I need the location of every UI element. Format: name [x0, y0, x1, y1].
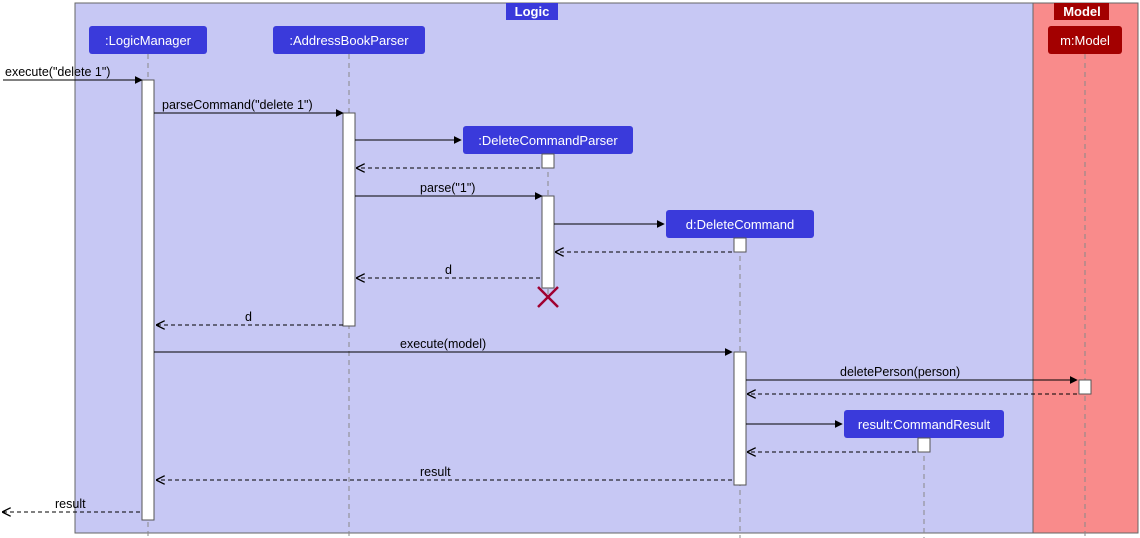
activation-dc-exec: [734, 352, 746, 485]
activation-dcp-parse: [542, 196, 554, 288]
svg-text:d: d: [445, 263, 452, 277]
svg-text:result:CommandResult: result:CommandResult: [858, 417, 991, 432]
activation-dcp-create: [542, 154, 554, 168]
svg-text:result: result: [55, 497, 86, 511]
svg-text:execute(model): execute(model): [400, 337, 486, 351]
svg-text:deletePerson(person): deletePerson(person): [840, 365, 960, 379]
svg-text:execute("delete 1"): execute("delete 1"): [5, 65, 110, 79]
activation-abparser: [343, 113, 355, 326]
svg-text:parse("1"): parse("1"): [420, 181, 475, 195]
frame-logic-title: Logic: [515, 4, 550, 19]
sequence-diagram: Logic Model :LogicManager :AddressBookPa…: [0, 0, 1140, 538]
activation-dc-create: [734, 238, 746, 252]
activation-model: [1079, 380, 1091, 394]
frame-model-title: Model: [1063, 4, 1101, 19]
svg-text:d:DeleteCommand: d:DeleteCommand: [686, 217, 794, 232]
svg-text::AddressBookParser: :AddressBookParser: [289, 33, 409, 48]
svg-text::DeleteCommandParser: :DeleteCommandParser: [478, 133, 618, 148]
svg-text::LogicManager: :LogicManager: [105, 33, 192, 48]
activation-logicmanager: [142, 80, 154, 520]
svg-text:result: result: [420, 465, 451, 479]
svg-text:parseCommand("delete 1"): parseCommand("delete 1"): [162, 98, 313, 112]
svg-text:m:Model: m:Model: [1060, 33, 1110, 48]
svg-text:d: d: [245, 310, 252, 324]
activation-cr: [918, 438, 930, 452]
